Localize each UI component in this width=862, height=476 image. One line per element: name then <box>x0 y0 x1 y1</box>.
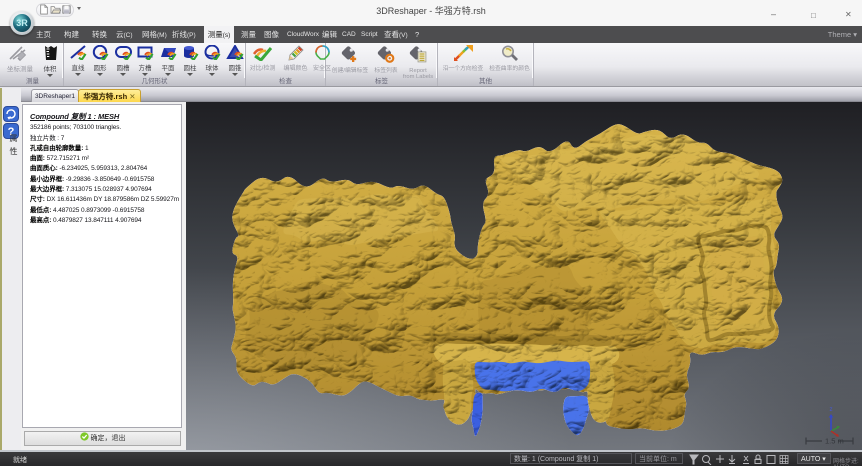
svg-text:z: z <box>830 407 833 413</box>
svg-text:1.5 m: 1.5 m <box>825 437 844 446</box>
